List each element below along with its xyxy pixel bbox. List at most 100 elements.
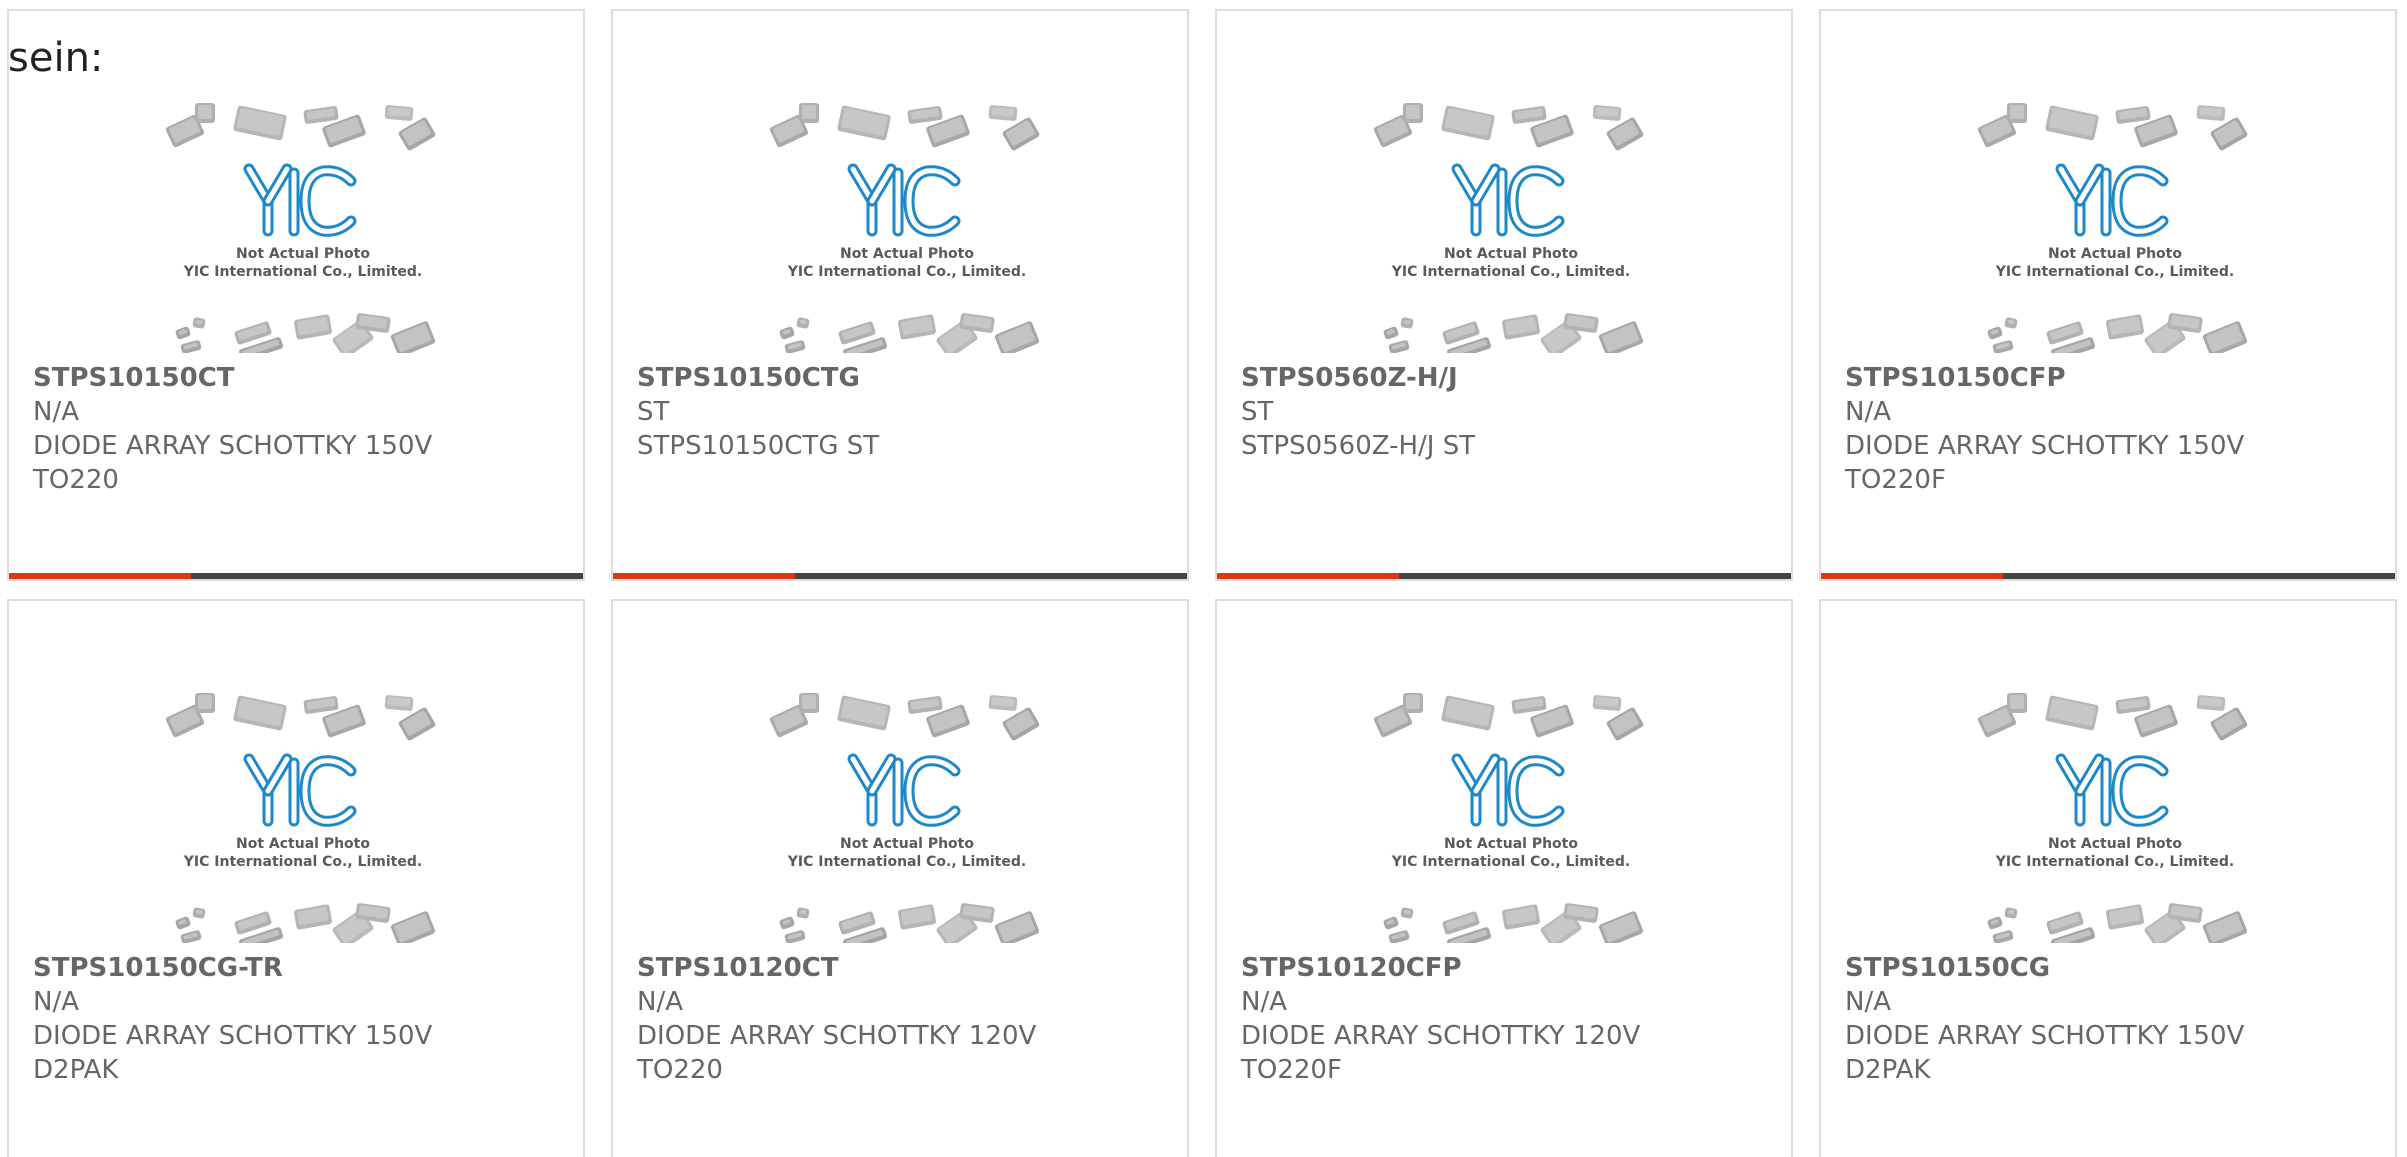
not-actual-photo-image: Not Actual Photo YIC International Co., L…: [1373, 693, 1644, 943]
chip-icon: [1511, 106, 1547, 124]
company-name-label: YIC International Co., Limited.: [1995, 854, 2234, 870]
company-name-label: YIC International Co., Limited.: [1995, 264, 2234, 280]
not-actual-photo-label: Not Actual Photo: [2048, 246, 2182, 262]
chip-icon: [2210, 707, 2248, 741]
manufacturer-text: ST: [637, 397, 670, 427]
description-text: DIODE ARRAY SCHOTTKY 150V: [33, 431, 433, 461]
not-actual-photo-image: Not Actual Photo YIC International Co., L…: [165, 693, 436, 943]
yic-logo-icon: [2055, 753, 2169, 827]
chip-icon: [1383, 916, 1399, 930]
chip-icon: [384, 105, 414, 121]
yic-logo-icon: [1451, 753, 1565, 827]
package-text: TO220: [637, 1055, 723, 1085]
manufacturer-text: ST: [1241, 397, 1274, 427]
chip-icon: [303, 696, 339, 714]
part-number-link[interactable]: STPS10150CFP: [1845, 361, 2385, 395]
card-accent-bar: [613, 573, 795, 579]
not-actual-photo-label: Not Actual Photo: [1444, 246, 1578, 262]
not-actual-photo-label: Not Actual Photo: [1444, 836, 1578, 852]
chip-icon: [2196, 105, 2226, 121]
part-number-link[interactable]: STPS10150CTG: [637, 361, 1177, 395]
chip-icon: [175, 326, 191, 340]
chip-icon: [1502, 314, 1540, 340]
chip-icon: [1002, 707, 1040, 741]
chip-icon: [796, 907, 810, 919]
chip-icon: [2115, 696, 2151, 714]
company-name-label: YIC International Co., Limited.: [787, 264, 1026, 280]
product-card[interactable]: Not Actual Photo YIC International Co., L…: [7, 599, 585, 1157]
chip-icon: [1606, 117, 1644, 151]
product-card[interactable]: Not Actual Photo YIC International Co., L…: [611, 9, 1189, 581]
not-actual-photo-image: Not Actual Photo YIC International Co., L…: [165, 103, 436, 353]
chip-icon: [180, 930, 202, 943]
chip-icon: [784, 930, 806, 943]
card-accent-bar: [1821, 573, 2003, 579]
chip-icon: [2045, 695, 2099, 731]
yic-logo-icon: [847, 163, 961, 237]
chip-icon: [398, 117, 436, 151]
chip-icon: [2210, 117, 2248, 151]
part-number-link[interactable]: STPS10150CG: [1845, 951, 2385, 985]
chip-icon: [384, 695, 414, 711]
part-number-link[interactable]: STPS10120CT: [637, 951, 1177, 985]
package-text: TO220F: [1241, 1055, 1342, 1085]
part-number-link[interactable]: STPS10120CFP: [1241, 951, 1781, 985]
chip-icon: [796, 317, 810, 329]
chip-icon: [1598, 321, 1644, 353]
chip-icon: [1441, 105, 1495, 141]
chip-icon: [175, 916, 191, 930]
manufacturer-text: N/A: [33, 397, 79, 427]
description-text: DIODE ARRAY SCHOTTKY 150V: [1845, 1021, 2245, 1051]
chip-icon: [390, 321, 436, 353]
product-card[interactable]: Not Actual Photo YIC International Co., L…: [1215, 599, 1793, 1157]
chip-icon: [294, 904, 332, 930]
card-bottom-bar: [1821, 573, 2395, 579]
description-text: DIODE ARRAY SCHOTTKY 120V: [637, 1021, 1037, 1051]
product-card[interactable]: Not Actual Photo YIC International Co., L…: [7, 9, 585, 581]
chip-icon: [303, 106, 339, 124]
chip-icon: [799, 103, 819, 123]
chip-icon: [2202, 321, 2248, 353]
part-number-link[interactable]: STPS10150CG-TR: [33, 951, 573, 985]
chip-icon: [1403, 103, 1423, 123]
chip-icon: [2004, 317, 2018, 329]
product-card[interactable]: Not Actual Photo YIC International Co., L…: [1819, 9, 2397, 581]
chip-icon: [180, 340, 202, 353]
chip-icon: [1002, 117, 1040, 151]
chip-icon: [837, 105, 891, 141]
yic-logo-icon: [1451, 163, 1565, 237]
chip-icon: [898, 904, 936, 930]
part-number-link[interactable]: STPS0560Z-H/J: [1241, 361, 1781, 395]
package-text: TO220F: [1845, 465, 1946, 495]
chip-icon: [1388, 340, 1410, 353]
yic-logo-icon: [2055, 163, 2169, 237]
chip-icon: [2007, 693, 2027, 713]
chip-icon: [779, 326, 795, 340]
card-accent-bar: [9, 573, 191, 579]
description-text: DIODE ARRAY SCHOTTKY 120V: [1241, 1021, 1641, 1051]
chip-icon: [799, 693, 819, 713]
product-card[interactable]: Not Actual Photo YIC International Co., L…: [1215, 9, 1793, 581]
chip-icon: [2115, 106, 2151, 124]
chip-icon: [1502, 904, 1540, 930]
chip-icon: [1388, 930, 1410, 943]
product-card[interactable]: Not Actual Photo YIC International Co., L…: [611, 599, 1189, 1157]
chip-icon: [988, 695, 1018, 711]
chip-icon: [1987, 916, 2003, 930]
chip-icon: [994, 321, 1040, 353]
product-card[interactable]: Not Actual Photo YIC International Co., L…: [1819, 599, 2397, 1157]
chip-icon: [1598, 911, 1644, 943]
description-text: STPS10150CTG ST: [637, 431, 880, 461]
part-number-link[interactable]: STPS10150CT: [33, 361, 573, 395]
chip-icon: [779, 916, 795, 930]
chip-icon: [2004, 907, 2018, 919]
description-text: STPS0560Z-H/J ST: [1241, 431, 1476, 461]
chip-icon: [233, 695, 287, 731]
chip-icon: [1592, 105, 1622, 121]
manufacturer-text: N/A: [637, 987, 683, 1017]
chip-icon: [1606, 707, 1644, 741]
yic-logo-icon: [243, 163, 357, 237]
yic-logo-icon: [243, 753, 357, 827]
chip-icon: [1383, 326, 1399, 340]
chip-icon: [233, 105, 287, 141]
